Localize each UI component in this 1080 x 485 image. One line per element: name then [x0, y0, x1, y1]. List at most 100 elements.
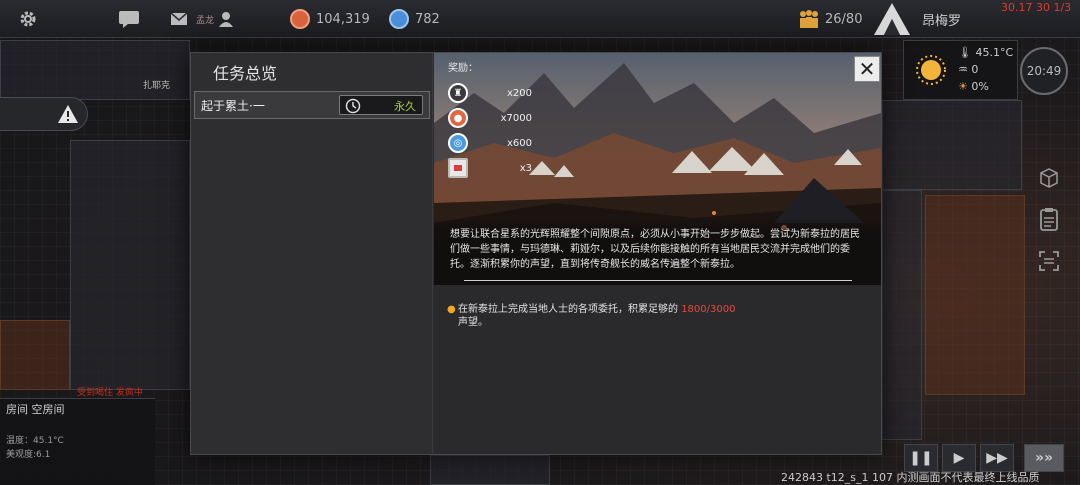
clipboard-icon: [1040, 208, 1058, 231]
room-beauty: 美观度:6.1: [6, 450, 51, 460]
tech-value: 782: [415, 11, 440, 27]
status-warning: 受到喝住 发疯中: [77, 388, 143, 398]
tech-icon: ◎: [448, 133, 468, 153]
faster-forward-button[interactable]: »»: [1024, 444, 1064, 472]
quest-objective: ● 在新泰拉上完成当地人士的各项委托，积累足够的 1800/3000 声望。: [447, 303, 858, 329]
debug-text: 30.17 30 1/3: [1001, 0, 1071, 14]
population-display[interactable]: 26/80: [797, 0, 862, 38]
person-icon: [219, 12, 234, 27]
room-block: [0, 40, 190, 100]
debug-label: 30.17 30 1/3: [1001, 0, 1072, 14]
weather-light: ☀ 0%: [958, 80, 989, 93]
humidity-value: 0: [971, 63, 979, 76]
reputation-icon: ♜: [448, 83, 468, 103]
objective-text: 在新泰拉上完成当地人士的各项委托，积累足够的: [458, 304, 678, 315]
fast-forward-button[interactable]: ▶▶: [980, 444, 1014, 472]
cube-view-button[interactable]: [1036, 165, 1062, 191]
weather-humidity: ♒ 0: [958, 63, 978, 76]
reward-item: x3: [448, 158, 532, 178]
play-icon: ▶: [953, 450, 965, 466]
objective-text-end: 声望。: [458, 317, 488, 328]
dialog-title: 任务总览: [213, 64, 278, 83]
planet-info[interactable]: 昂梅罗: [872, 0, 961, 38]
thermometer-icon: 🌡: [958, 46, 972, 59]
weather-panel[interactable]: 🌡 45.1°C ♒ 0 ☀ 0%: [903, 40, 1018, 100]
gear-icon: [20, 11, 36, 27]
description-box: 想要让联合星系的光辉照耀整个间隙原点，必须从小事开始一步步做起。尝试为新泰拉的居…: [434, 219, 881, 285]
quest-illustration: 奖励： ♜ x200 ● x7000 ◎ x600 x3 想要让联合星系的光辉照…: [434, 53, 881, 285]
humidity-icon: ♒: [958, 63, 968, 76]
credits-icon: [290, 9, 310, 29]
close-icon: ✕: [858, 57, 876, 81]
quest-duration: 永久: [394, 100, 416, 113]
quest-name: 起于累土·一: [201, 99, 265, 113]
game-clock[interactable]: 20:49: [1020, 47, 1068, 95]
sun-icon: [916, 55, 946, 85]
chat-icon: [119, 11, 139, 28]
top-bar: 孟龙 104,319 782 26/80 昂梅罗 30.17 30 1/3: [0, 0, 1080, 38]
temperature-value: 45.1°C: [975, 46, 1014, 59]
close-button[interactable]: ✕: [854, 56, 880, 82]
faction-logo-icon: [874, 3, 910, 35]
weather-temperature: 🌡 45.1°C: [958, 46, 1013, 59]
room-info-panel: 房间 空房间 温度：45.1°C 美观度:6.1: [0, 398, 155, 485]
reward-amount: x7000: [500, 112, 532, 124]
scan-icon: [1039, 251, 1059, 271]
mail-icon: [170, 12, 188, 25]
room-block: [925, 195, 1025, 395]
task-list-button[interactable]: [1036, 206, 1062, 232]
planet-name: 昂梅罗: [922, 13, 962, 29]
alert-button[interactable]: [0, 97, 88, 131]
warning-icon: [58, 105, 78, 123]
bullet-icon: ●: [447, 304, 456, 315]
scan-button[interactable]: [1036, 248, 1062, 274]
play-button[interactable]: ▶: [942, 444, 976, 472]
item-icon: [448, 158, 468, 178]
light-icon: ☀: [958, 80, 968, 93]
player-name: 孟龙: [196, 15, 215, 26]
clock-time: 20:49: [1026, 64, 1062, 78]
reward-amount: x3: [519, 162, 532, 174]
objective-progress: 1800/3000: [681, 304, 736, 315]
room-title: 房间 空房间: [6, 403, 65, 416]
rewards-label: 奖励：: [448, 63, 478, 74]
faster-forward-icon: »»: [1034, 450, 1054, 466]
population-value: 26/80: [825, 11, 863, 27]
cube-icon: [1040, 168, 1058, 188]
quest-list-panel: 任务总览 起于累土·一 永久: [191, 53, 433, 454]
player-info[interactable]: 孟龙: [196, 0, 234, 38]
reward-amount: x600: [506, 137, 532, 149]
quest-timer: 永久: [339, 95, 423, 115]
build-info: 242843 t12_s_1 107 内测画面不代表最终上线品质: [781, 471, 1040, 484]
pause-icon: ❚❚: [909, 450, 933, 466]
quest-description: 想要让联合星系的光辉照耀整个间隙原点，必须从小事开始一步步做起。尝试为新泰拉的居…: [450, 229, 860, 270]
quest-detail-panel: 奖励： ♜ x200 ● x7000 ◎ x600 x3 想要让联合星系的光辉照…: [434, 53, 881, 454]
credits-icon: ●: [448, 108, 468, 128]
tech-icon: [389, 9, 409, 29]
room-block: [430, 455, 550, 485]
room-temperature: 温度：45.1°C: [6, 436, 64, 446]
clock-icon: [345, 98, 361, 114]
light-value: 0%: [971, 80, 989, 93]
reward-credits: ● x7000: [448, 108, 532, 128]
reward-reputation: ♜ x200: [448, 83, 532, 103]
quest-overview-dialog: 任务总览 起于累土·一 永久 奖励： ♜ x200 ● x7000 ◎ x600…: [190, 52, 882, 455]
mail-button[interactable]: [170, 0, 188, 38]
room-block: [70, 140, 190, 390]
reward-amount: x200: [506, 87, 532, 99]
pause-button[interactable]: ❚❚: [904, 444, 938, 472]
reward-tech: ◎ x600: [448, 133, 532, 153]
room-block: [0, 320, 70, 390]
room-block: [882, 100, 1022, 190]
settings-button[interactable]: [18, 0, 42, 38]
fast-forward-icon: ▶▶: [986, 450, 1008, 466]
room-block: [882, 190, 922, 440]
people-icon: [800, 10, 818, 28]
credits-value: 104,319: [316, 11, 370, 27]
quest-list-item[interactable]: 起于累土·一 永久: [194, 91, 430, 119]
resource-credits[interactable]: 104,319: [290, 0, 370, 38]
map-label: 扎耶克: [143, 81, 171, 91]
resource-tech[interactable]: 782: [389, 0, 440, 38]
chat-button[interactable]: [118, 0, 140, 38]
divider: [464, 280, 852, 281]
